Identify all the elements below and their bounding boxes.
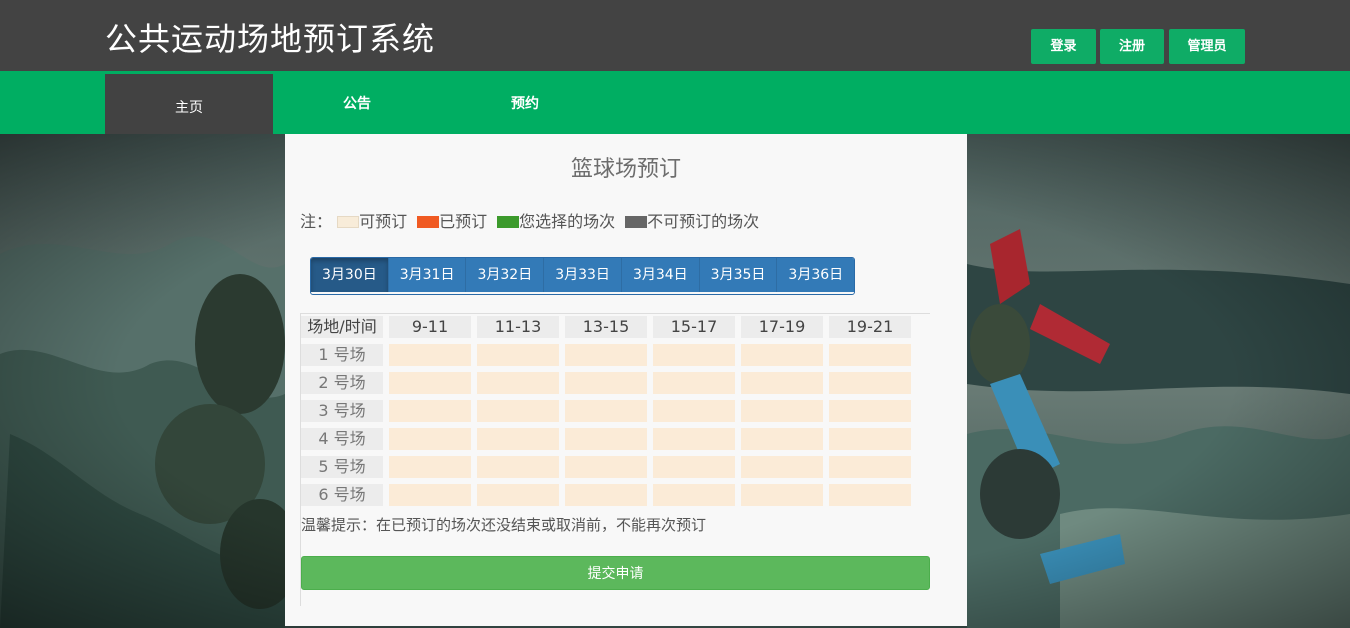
booking-slot[interactable] <box>741 344 823 366</box>
legend-swatch-unavailable <box>625 216 648 228</box>
booking-slot[interactable] <box>389 484 471 506</box>
time-header: 11-13 <box>477 316 559 338</box>
booking-slot[interactable] <box>829 428 911 450</box>
main-nav: 主页 公告 预约 <box>0 71 1350 134</box>
legend-label-available: 可预订 <box>359 212 408 231</box>
date-tab-5[interactable]: 3月35日 <box>699 258 778 292</box>
booking-slot[interactable] <box>829 456 911 478</box>
booking-slot[interactable] <box>565 428 647 450</box>
booking-slot[interactable] <box>389 428 471 450</box>
booking-slot[interactable] <box>477 400 559 422</box>
booking-slot[interactable] <box>565 372 647 394</box>
booking-tip: 温馨提示：在已预订的场次还没结束或取消前，不能再次预订 <box>301 516 707 534</box>
booking-slot[interactable] <box>565 344 647 366</box>
booking-slot[interactable] <box>565 400 647 422</box>
date-tabs: 3月30日 3月31日 3月32日 3月33日 3月34日 3月35日 3月36… <box>310 257 856 295</box>
nav-item-home[interactable]: 主页 <box>105 74 273 134</box>
booking-slot[interactable] <box>653 428 735 450</box>
booking-slot[interactable] <box>389 372 471 394</box>
admin-button[interactable]: 管理员 <box>1169 29 1245 64</box>
legend-item-booked: 已预订 <box>417 211 487 233</box>
nav-item-announcements-label: 公告 <box>343 96 371 112</box>
legend: 注： 可预订 已预订 您选择的场次 不可预订的场次 <box>300 211 769 233</box>
booking-slot[interactable] <box>741 456 823 478</box>
booking-slot[interactable] <box>653 372 735 394</box>
time-header: 17-19 <box>741 316 823 338</box>
legend-item-available: 可预订 <box>337 211 407 233</box>
booking-slot[interactable] <box>477 344 559 366</box>
top-bar: 公共运动场地预订系统 登录 注册 管理员 <box>0 0 1350 71</box>
booking-slot[interactable] <box>741 484 823 506</box>
booking-slot[interactable] <box>477 484 559 506</box>
booking-slot[interactable] <box>829 372 911 394</box>
register-button[interactable]: 注册 <box>1100 29 1164 64</box>
booking-slot[interactable] <box>565 456 647 478</box>
court-label: 4 号场 <box>301 428 383 450</box>
booking-title: 篮球场预订 <box>570 157 681 182</box>
booking-slot[interactable] <box>741 428 823 450</box>
booking-slot[interactable] <box>829 400 911 422</box>
court-label: 6 号场 <box>301 484 383 506</box>
court-label: 2 号场 <box>301 372 383 394</box>
date-tab-1[interactable]: 3月31日 <box>388 258 467 292</box>
booking-slot[interactable] <box>653 456 735 478</box>
booking-slot[interactable] <box>829 484 911 506</box>
booking-slot[interactable] <box>565 484 647 506</box>
booking-slot[interactable] <box>829 344 911 366</box>
date-tab-3[interactable]: 3月33日 <box>544 258 622 292</box>
court-label: 1 号场 <box>301 344 383 366</box>
time-header: 13-15 <box>565 316 647 338</box>
legend-swatch-available <box>337 216 360 228</box>
date-tab-4[interactable]: 3月34日 <box>621 258 700 292</box>
booking-slot[interactable] <box>389 344 471 366</box>
booking-slot[interactable] <box>389 456 471 478</box>
nav-item-reservation-label: 预约 <box>511 96 539 112</box>
booking-slot[interactable] <box>741 400 823 422</box>
date-tab-0[interactable]: 3月30日 <box>311 258 389 292</box>
court-label: 5 号场 <box>301 456 383 478</box>
legend-prefix: 注： <box>300 212 333 231</box>
site-title: 公共运动场地预订系统 <box>105 20 436 58</box>
date-tab-2[interactable]: 3月32日 <box>466 258 545 292</box>
submit-button[interactable]: 提交申请 <box>301 556 930 590</box>
time-header: 9-11 <box>389 316 471 338</box>
table-top-border <box>300 313 930 314</box>
booking-slot[interactable] <box>477 372 559 394</box>
booking-slot[interactable] <box>389 400 471 422</box>
legend-item-unavailable: 不可预订的场次 <box>625 211 759 233</box>
nav-item-home-label: 主页 <box>175 100 203 116</box>
booking-slot[interactable] <box>653 400 735 422</box>
date-tab-6[interactable]: 3月36日 <box>777 258 855 292</box>
nav-item-announcements[interactable]: 公告 <box>273 74 441 134</box>
court-label: 3 号场 <box>301 400 383 422</box>
booking-slot[interactable] <box>741 372 823 394</box>
booking-slot[interactable] <box>653 484 735 506</box>
booking-slot[interactable] <box>477 428 559 450</box>
login-button[interactable]: 登录 <box>1031 29 1096 64</box>
booking-slot[interactable] <box>477 456 559 478</box>
legend-item-selected: 您选择的场次 <box>497 211 615 233</box>
nav-item-reservation[interactable]: 预约 <box>441 74 609 134</box>
legend-label-selected: 您选择的场次 <box>519 212 616 231</box>
legend-label-unavailable: 不可预订的场次 <box>647 212 760 231</box>
legend-swatch-selected <box>497 216 520 228</box>
table-corner-header: 场地/时间 <box>301 316 383 338</box>
legend-label-booked: 已预订 <box>439 212 488 231</box>
time-header: 15-17 <box>653 316 735 338</box>
time-header: 19-21 <box>829 316 911 338</box>
booking-slot[interactable] <box>653 344 735 366</box>
legend-swatch-booked <box>417 216 440 228</box>
